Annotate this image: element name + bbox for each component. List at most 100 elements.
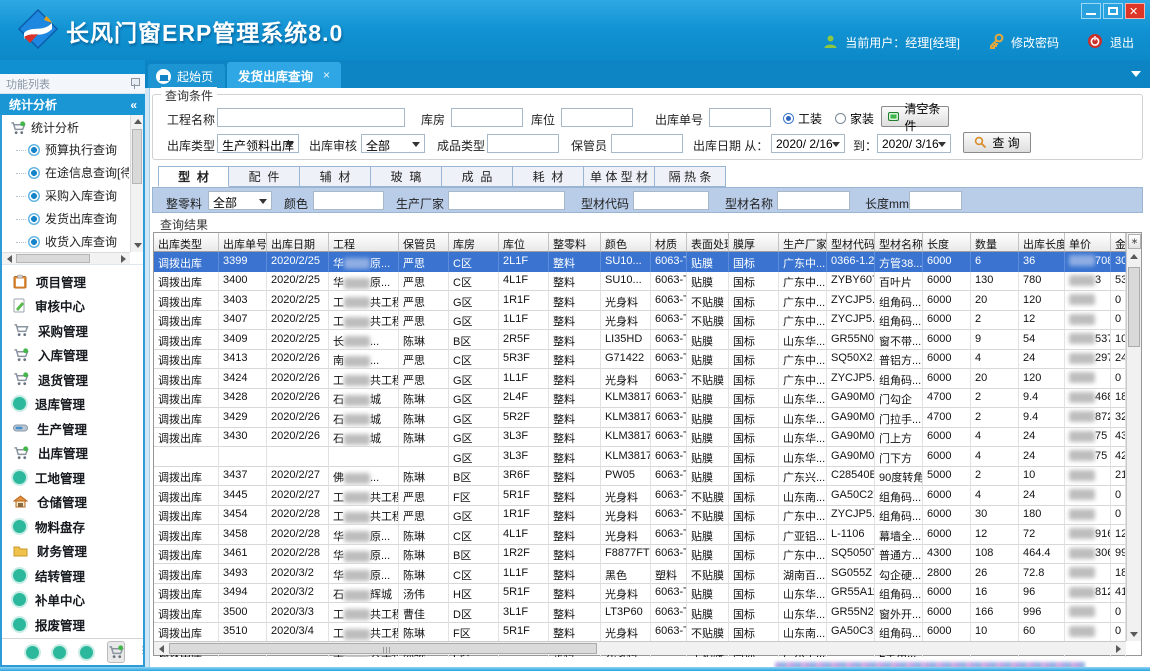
sidebar-item-工地管理[interactable]: 工地管理 <box>2 465 143 490</box>
tree-item[interactable]: 预算执行查询 <box>2 138 129 161</box>
column-header[interactable]: 出库日期 <box>267 233 329 252</box>
column-header[interactable]: 库房 <box>449 233 499 252</box>
table-row[interactable]: 调拨出库34282020/2/26石城陈琳G区2L4F整料KLM38176063… <box>154 389 1126 409</box>
sidebar-item-出库管理[interactable]: 出库管理 <box>2 441 143 466</box>
sidebar-item-报废管理[interactable]: 报废管理 <box>2 612 143 637</box>
tab-home[interactable]: 起始页 <box>148 64 225 88</box>
clear-conditions-button[interactable]: 清空条件 <box>881 106 949 127</box>
scroll-right-icon[interactable] <box>117 253 130 265</box>
sidebar-item-财务管理[interactable]: 财务管理 <box>2 539 143 564</box>
column-header[interactable]: 整零料 <box>549 233 601 252</box>
column-header[interactable]: 保管员 <box>399 233 449 252</box>
column-header[interactable]: 材质 <box>651 233 687 252</box>
column-header[interactable]: 膜厚 <box>729 233 779 252</box>
column-header[interactable]: 出库长度 <box>1019 233 1065 252</box>
table-row[interactable]: 调拨出库35102020/3/4工共工程陈琳F区5R1F整料光身料6063-T5… <box>154 623 1126 643</box>
material-tab-4[interactable]: 玻 璃 <box>371 166 442 187</box>
material-tab-8[interactable]: 隔 热 条 <box>655 166 726 187</box>
product-type-input[interactable] <box>487 134 559 153</box>
tab-close-icon[interactable]: × <box>323 68 330 82</box>
search-button[interactable]: 查 询 <box>963 132 1031 153</box>
sidebar-item-补单中心[interactable]: 补单中心 <box>2 588 143 613</box>
bottom-dot-button[interactable] <box>80 646 93 659</box>
minimize-button[interactable] <box>1081 3 1101 19</box>
sidebar-item-退库管理[interactable]: 退库管理 <box>2 392 143 417</box>
material-tab-2[interactable]: 配 件 <box>229 166 300 187</box>
column-header[interactable]: 型材名称 <box>875 233 923 252</box>
warehouse-input[interactable] <box>451 108 523 127</box>
table-row[interactable]: 调拨出库34612020/2/28华原...陈琳B区1R2F整料F8877FT6… <box>154 545 1126 565</box>
scroll-left-icon[interactable] <box>2 253 15 265</box>
grid-scroll-right-icon[interactable] <box>1112 642 1126 655</box>
profile-code-input[interactable] <box>633 191 709 210</box>
column-header[interactable]: 出库类型 <box>154 233 219 252</box>
grid-scroll-left-icon[interactable] <box>154 642 168 655</box>
grid-vertical-scrollbar[interactable]: ∗ <box>1126 233 1141 641</box>
tree-item[interactable]: 在途信息查询[待 <box>2 161 129 184</box>
maximize-button[interactable] <box>1103 3 1123 19</box>
material-tab-6[interactable]: 耗 材 <box>513 166 584 187</box>
table-row[interactable]: 调拨出库34002020/2/25华原...严思C区4L1F整料SU10...6… <box>154 272 1126 292</box>
sidebar-item-采购管理[interactable]: 采购管理 <box>2 318 143 343</box>
sidebar-item-生产管理[interactable]: 生产管理 <box>2 416 143 441</box>
table-row[interactable]: 调拨出库34242020/2/26工共工程严思G区1L1F整料光身料6063-T… <box>154 369 1126 389</box>
table-row[interactable]: 调拨出库34132020/2/26南...严思C区5R3F整料G71422606… <box>154 350 1126 370</box>
table-row[interactable]: 调拨出库34942020/3/2石辉城汤伟H区5R1F整料光身料6063-T5贴… <box>154 584 1126 604</box>
tree-item[interactable]: 采购入库查询 <box>2 184 129 207</box>
grid-scroll-down-icon[interactable] <box>1127 629 1140 641</box>
material-tab-1[interactable]: 型 材 <box>158 166 229 187</box>
sidebar-item-项目管理[interactable]: 项目管理 <box>2 269 143 294</box>
scroll-up-icon[interactable] <box>131 115 143 127</box>
column-header[interactable]: 金 <box>1111 233 1126 252</box>
column-header[interactable]: 长度 <box>923 233 971 252</box>
column-header[interactable]: 出库单号 <box>219 233 267 252</box>
keeper-input[interactable] <box>611 134 683 153</box>
close-button[interactable]: ✕ <box>1125 3 1145 19</box>
tree-hscroll-thumb[interactable] <box>16 254 90 263</box>
factory-input[interactable] <box>448 191 565 210</box>
table-row[interactable]: G区3L3F整料KLM38176063-T5贴膜国标山东华...GA90M09.… <box>154 447 1126 467</box>
column-header[interactable]: 数量 <box>971 233 1019 252</box>
table-row[interactable]: 调拨出库34072020/2/25工共工程严思G区1L1F整料光身料6063-T… <box>154 311 1126 331</box>
bottom-dot-button[interactable] <box>26 646 39 659</box>
table-row[interactable]: 调拨出库34932020/3/2华原...陈琳C区1L1F整料黑色塑料不贴膜国标… <box>154 564 1126 584</box>
table-row[interactable]: 调拨出库34292020/2/26石城陈琳G区5R2F整料KLM38176063… <box>154 408 1126 428</box>
material-tab-5[interactable]: 成 品 <box>442 166 513 187</box>
date-from-select[interactable]: 2020/ 2/16 <box>771 134 845 153</box>
length-input[interactable] <box>909 191 962 210</box>
column-chooser-button[interactable]: ∗ <box>1128 234 1141 249</box>
column-header[interactable]: 型材代码 <box>827 233 875 252</box>
grid-horizontal-scrollbar[interactable] <box>154 641 1126 655</box>
material-tab-3[interactable]: 辅 材 <box>300 166 371 187</box>
tab-outbound-query[interactable]: 发货出库查询 × <box>227 62 341 88</box>
outbound-type-select[interactable]: 生产领料出库 <box>217 134 299 153</box>
zhengling-select[interactable]: 全部 <box>208 191 272 210</box>
table-row[interactable]: 调拨出库34032020/2/25工共工程严思G区1R1F整料光身料6063-T… <box>154 291 1126 311</box>
column-header[interactable]: 工程 <box>329 233 399 252</box>
date-to-select[interactable]: 2020/ 3/16 <box>877 134 951 153</box>
bottom-dot-button[interactable] <box>53 646 66 659</box>
color-input[interactable] <box>313 191 384 210</box>
table-row[interactable]: 调拨出库34302020/2/26石城陈琳G区3L3F整料KLM38176063… <box>154 428 1126 448</box>
grid-scroll-up-icon[interactable] <box>1127 250 1140 262</box>
scroll-down-icon[interactable] <box>131 240 143 252</box>
tabstrip-overflow-icon[interactable] <box>1131 71 1141 82</box>
table-row[interactable]: 调拨出库34092020/2/25长...陈琳B区2R5F整料LI35HD606… <box>154 330 1126 350</box>
tree-item[interactable]: 收货入库查询 <box>2 230 129 252</box>
column-header[interactable]: 库位 <box>499 233 549 252</box>
sidebar-item-审核中心[interactable]: 审核中心 <box>2 294 143 319</box>
grid-hscroll-thumb[interactable] <box>169 643 597 654</box>
table-row[interactable]: 调拨出库34582020/2/28华原...陈琳C区4L1F整料光身料6063-… <box>154 525 1126 545</box>
location-input[interactable] <box>561 108 633 127</box>
radio-jiazhuang[interactable]: 家装 <box>835 110 874 127</box>
table-row[interactable]: 调拨出库34372020/2/27佛...陈琳B区3R6F整料PW056063-… <box>154 467 1126 487</box>
table-row[interactable]: 调拨出库35002020/3/3工共工程曹佳D区3L1F整料LT3P606063… <box>154 603 1126 623</box>
sidebar-item-入库管理[interactable]: 入库管理 <box>2 343 143 368</box>
change-password-link[interactable]: 修改密码 <box>1011 34 1059 51</box>
table-row[interactable]: 调拨出库34542020/2/28工共工程严思G区1R1F整料光身料6063-T… <box>154 506 1126 526</box>
tree-item[interactable]: 发货出库查询 <box>2 207 129 230</box>
sidebar-item-物料盘存[interactable]: 物料盘存 <box>2 514 143 539</box>
material-tab-7[interactable]: 单 体 型 材 <box>584 166 655 187</box>
tree-vscroll-thumb[interactable] <box>132 129 142 184</box>
statistics-section-bar[interactable]: 统计分析 « <box>0 94 145 115</box>
